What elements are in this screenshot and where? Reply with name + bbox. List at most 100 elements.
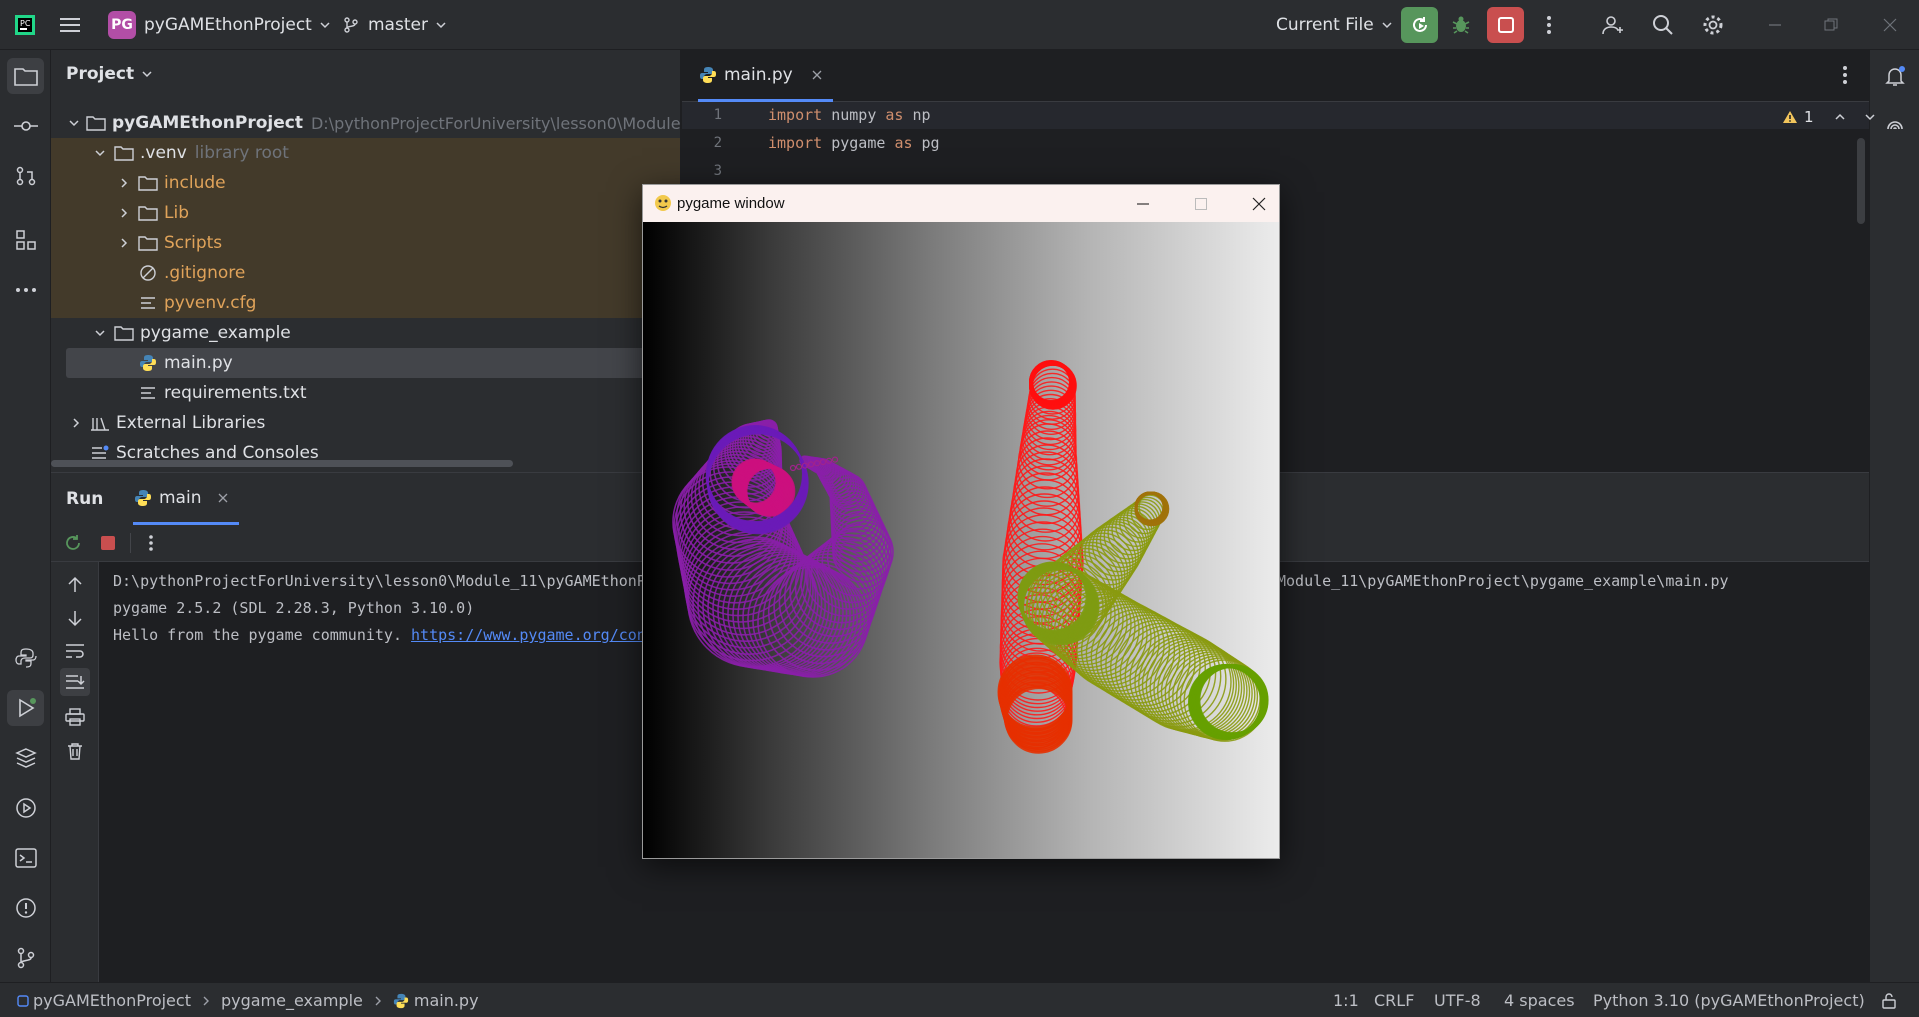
rerun-icon[interactable] [61,531,85,555]
tree-item-include[interactable]: include [51,168,680,198]
tree-item-gitignore[interactable]: .gitignore [51,258,680,288]
tree-item-main-py[interactable]: main.py [66,348,680,378]
trash-icon[interactable] [62,738,88,764]
breadcrumb-item[interactable]: pygame_example [221,991,363,1010]
project-tool-icon[interactable] [7,58,44,94]
line-separator[interactable]: CRLF [1374,983,1414,1017]
project-panel-title: Project [66,64,135,84]
breadcrumb-item[interactable]: main.py [414,991,479,1010]
code-line-2[interactable]: import pygame as pg [768,134,940,152]
pygame-window[interactable]: pygame window [642,184,1280,859]
pygame-maximize-icon[interactable] [1181,189,1221,219]
ignored-file-icon [138,264,158,282]
pygame-minimize-icon[interactable] [1123,189,1163,219]
stop-icon[interactable] [96,531,120,555]
branch-switcher[interactable]: master [342,0,448,50]
restore-window-icon[interactable] [1816,10,1846,40]
pygame-link[interactable]: https://www.pygame.org/con [411,626,646,644]
pygame-window-titlebar[interactable]: pygame window [643,185,1279,222]
project-switcher[interactable]: PG pyGAMEthonProject [108,0,332,50]
chevron-down-icon [1865,114,1875,121]
terminal-icon[interactable] [7,840,44,876]
more-tools-icon[interactable] [7,272,44,308]
tree-item-pygame-example[interactable]: pygame_example [51,318,680,348]
debug-button[interactable] [1446,10,1476,40]
folder-icon [138,204,158,222]
arrow-down-icon[interactable] [62,605,88,631]
python-interpreter[interactable]: Python 3.10 (pyGAMEthonProject) [1593,983,1865,1017]
folder-icon [138,234,158,252]
pycharm-logo-icon[interactable]: PC [14,0,36,50]
horizontal-scrollbar[interactable] [51,460,513,467]
run-config-selector[interactable]: Current File [1276,0,1394,50]
tree-item-requirements[interactable]: requirements.txt [51,378,680,408]
tree-item-label: main.py [164,353,233,373]
run-tool-icon[interactable] [7,690,44,726]
structure-tool-icon[interactable] [7,222,44,258]
console-line-2: pygame 2.5.2 (SDL 2.28.3, Python 3.10.0) [113,599,475,617]
status-bar: pyGAMEthonProject pygame_example main.py… [0,982,1919,1017]
tree-item-label: requirements.txt [164,383,307,403]
minimize-window-icon[interactable] [1760,10,1790,40]
file-encoding[interactable]: UTF-8 [1434,983,1481,1017]
toolbar-divider [130,533,131,553]
code-line-1[interactable]: import numpy as np [768,106,931,124]
more-actions-icon[interactable] [1534,10,1564,40]
caret-position[interactable]: 1:1 [1333,983,1359,1017]
git-tool-icon[interactable] [7,940,44,976]
stop-button[interactable] [1487,7,1524,43]
small-ring-dot [831,456,839,463]
tree-item-lib[interactable]: Lib [51,198,680,228]
close-tab-icon [812,70,822,79]
left-tool-strip [0,50,51,982]
add-user-icon[interactable] [1598,10,1628,40]
scroll-to-end-icon[interactable] [60,668,90,696]
editor-options-icon[interactable] [1832,62,1858,88]
settings-gear-icon[interactable] [1698,10,1728,40]
run-config-label: Current File [1276,15,1374,35]
python-console-icon[interactable] [7,640,44,676]
rerun-button[interactable] [1401,7,1438,43]
warning-count: 1 [1804,108,1814,126]
breadcrumb-item[interactable]: pyGAMEthonProject [33,991,191,1010]
arrow-up-icon[interactable] [62,572,88,598]
chevron-down-icon [92,145,108,161]
console-line-3: Hello from the pygame community. https:/… [113,626,646,644]
folder-icon [114,144,134,162]
text-file-icon [138,294,158,312]
pygame-close-icon[interactable] [1239,189,1279,219]
close-tab-icon [219,493,228,502]
commit-tool-icon[interactable] [7,108,44,144]
lock-icon[interactable] [1878,990,1900,1012]
run-tab-main[interactable]: main [133,473,240,525]
print-icon[interactable] [62,704,88,730]
pull-requests-icon[interactable] [7,158,44,194]
chevron-right-icon [375,996,381,1005]
vertical-scrollbar[interactable] [1857,138,1865,224]
services-icon[interactable] [7,790,44,826]
problems-icon[interactable] [7,890,44,926]
tab-main-py[interactable]: main.py [698,50,833,102]
tree-item-pyvenv-cfg[interactable]: pyvenv.cfg [51,288,680,318]
more-options-icon[interactable] [139,531,163,555]
ai-assistant-icon[interactable] [1876,108,1913,144]
tree-item-label: pyGAMEthonProject [112,113,303,133]
tree-item-scripts[interactable]: Scripts [51,228,680,258]
soft-wrap-icon[interactable] [62,638,88,664]
library-icon [90,414,110,432]
python-file-icon [138,354,158,372]
tree-item-venv[interactable]: .venv library root [51,138,680,168]
pygame-canvas[interactable] [643,222,1279,858]
project-panel-header[interactable]: Project [66,64,154,84]
tree-item-external-libraries[interactable]: External Libraries [51,408,680,438]
main-menu-icon[interactable] [60,0,82,50]
notifications-bell-icon[interactable] [1876,58,1913,94]
chevron-up-icon [1835,113,1845,120]
close-window-icon[interactable] [1875,10,1905,40]
module-icon [17,994,29,1007]
indent-setting[interactable]: 4 spaces [1504,983,1575,1017]
inspection-widget[interactable]: 1 [1782,108,1876,126]
python-packages-icon[interactable] [7,740,44,776]
tree-item-project-root[interactable]: pyGAMEthonProject D:\pythonProjectForUni… [51,108,680,138]
search-icon[interactable] [1648,10,1678,40]
